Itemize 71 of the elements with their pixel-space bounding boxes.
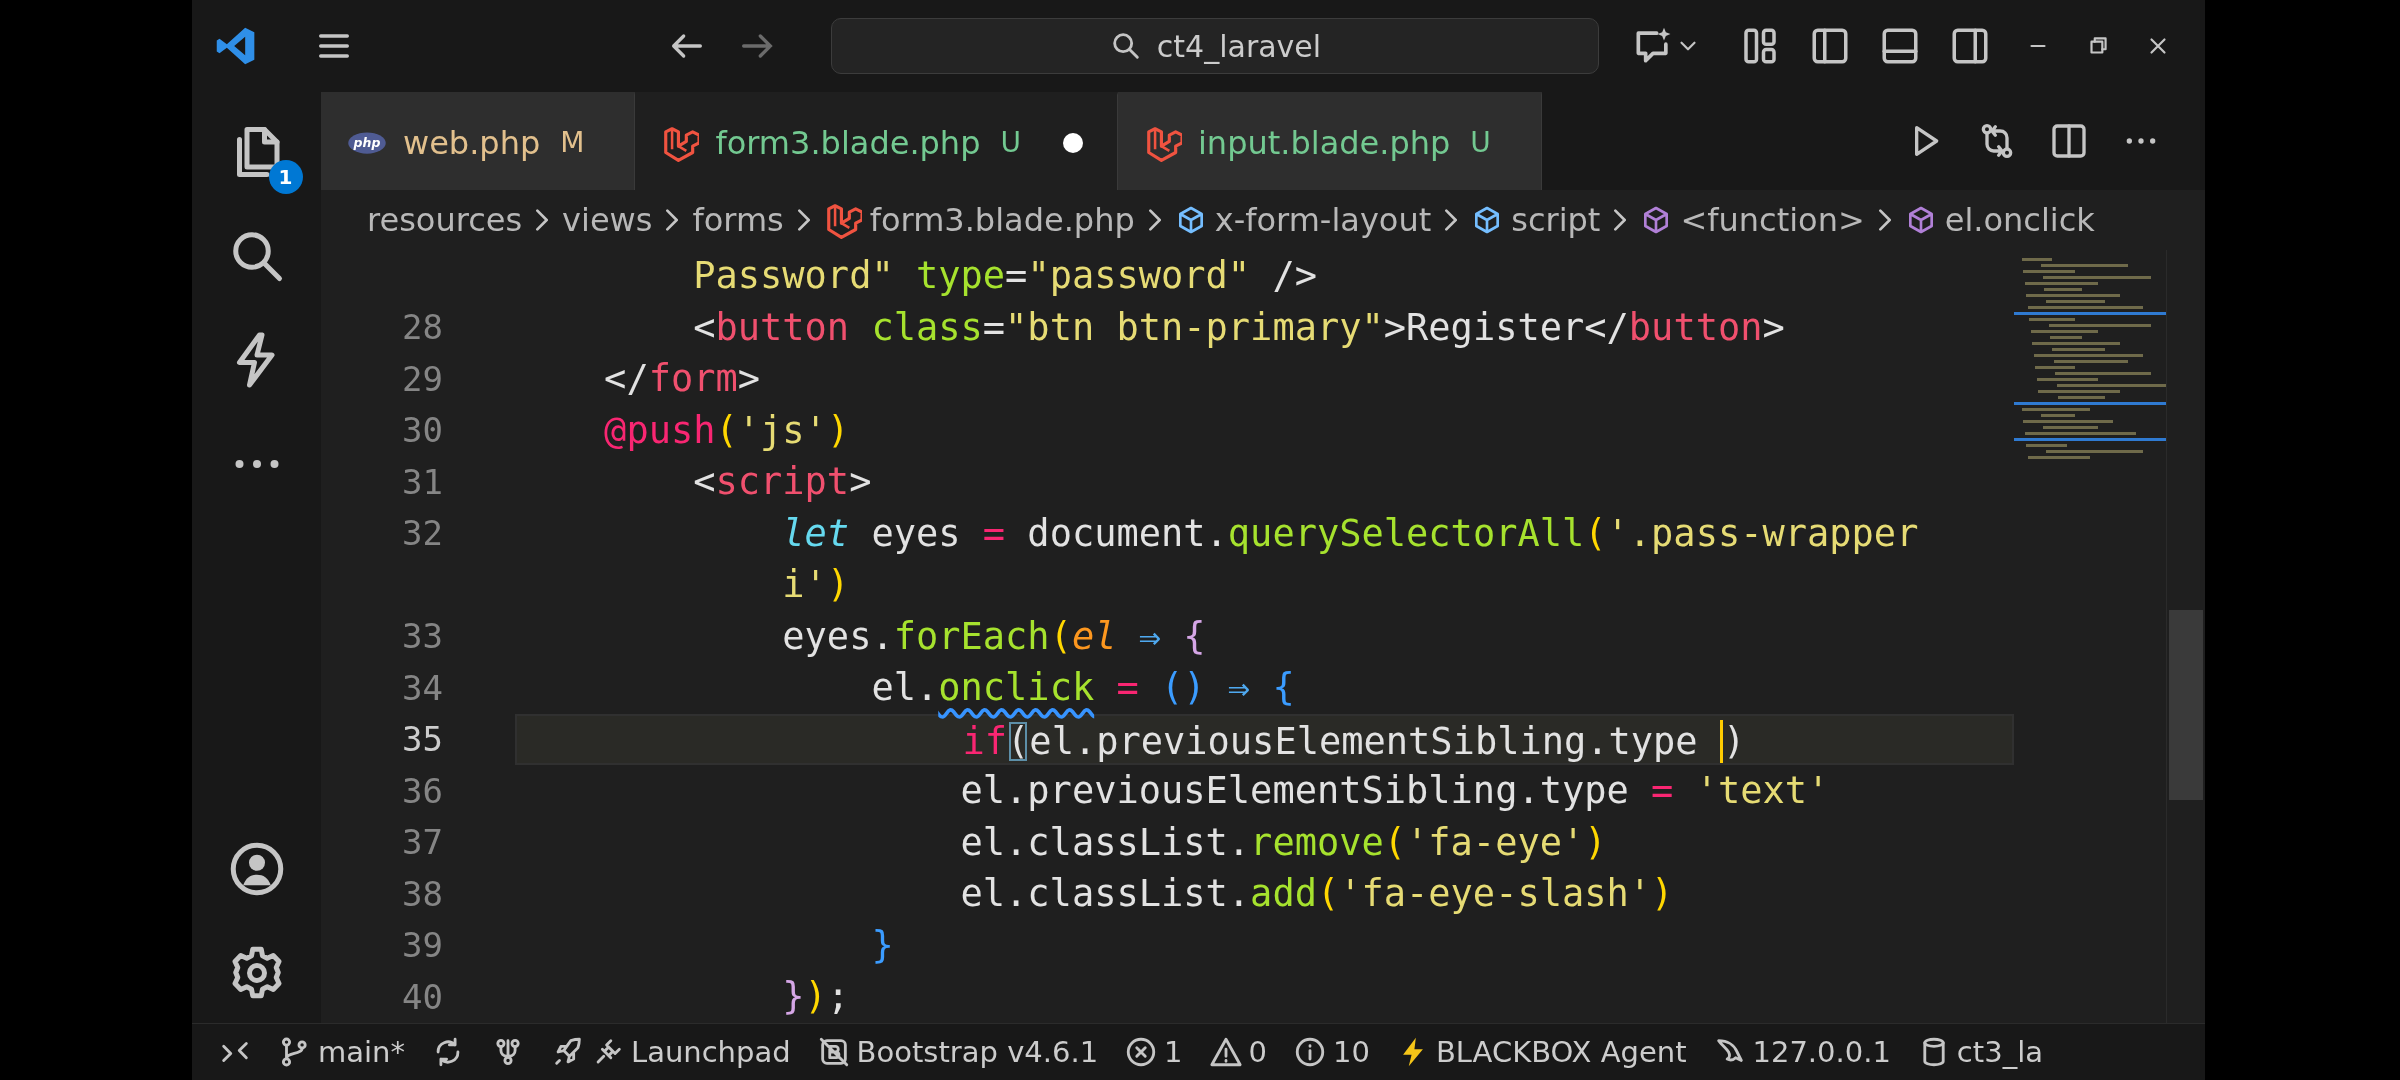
git-status-letter: M — [560, 126, 585, 159]
line-number: 30 — [402, 410, 443, 451]
code-line: i') — [781, 562, 851, 608]
breadcrumb-item[interactable]: el.onclick — [1904, 201, 2095, 239]
editor-tab[interactable]: form3.blade.php U — [635, 92, 1118, 190]
code-line: <button class="btn btn-primary">Register</button> — [692, 304, 1786, 351]
line-number: 40 — [402, 976, 443, 1017]
breadcrumb-item[interactable]: x-form-layout — [1174, 201, 1432, 239]
line-number: 35 — [402, 719, 443, 760]
editor-tab[interactable]: php web.php M — [321, 92, 636, 190]
code-line: } — [870, 922, 895, 969]
line-number: 29 — [402, 358, 443, 399]
unsaved-dot-icon — [1062, 132, 1083, 153]
code-line: el.classList.remove('fa-eye') — [959, 819, 1608, 866]
chevron-right-icon — [1614, 208, 1627, 232]
code-line: let eyes = document.querySelectorAll('.pass-wrapper — [781, 510, 1920, 557]
scrollbar-thumb[interactable] — [2169, 610, 2203, 800]
search-field[interactable]: ct4_laravel — [831, 18, 1599, 74]
line-number: 36 — [402, 770, 443, 811]
code-line: el.previousElementSibling.type = 'text' — [959, 768, 1831, 814]
breadcrumb-item[interactable]: forms — [692, 201, 784, 239]
breadcrumb-label: script — [1511, 201, 1601, 239]
status-item[interactable]: Launchpad — [550, 1035, 791, 1069]
status-item[interactable]: Bootstrap v4.6.1 — [816, 1035, 1099, 1069]
code-line: eyes.forEach(el ⇒ { — [781, 613, 1207, 660]
breadcrumb-item[interactable]: views — [562, 201, 653, 239]
chevron-right-icon — [1445, 208, 1458, 232]
search-text: ct4_laravel — [1156, 28, 1322, 64]
status-item[interactable]: 0 — [1208, 1035, 1267, 1069]
breadcrumb-label: el.onclick — [1944, 201, 2095, 239]
status-item[interactable]: 127.0.0.1 — [1712, 1035, 1891, 1069]
line-number: 28 — [402, 307, 443, 348]
breadcrumb-item[interactable]: <function> — [1640, 201, 1865, 239]
code-line: @push('js') — [603, 407, 851, 454]
line-number: 33 — [402, 616, 443, 657]
git-status-letter: U — [1470, 126, 1491, 159]
breadcrumb-item[interactable]: script — [1471, 201, 1601, 239]
status-item[interactable]: ct3_la — [1916, 1035, 2043, 1069]
chevron-right-icon — [536, 208, 549, 232]
git-status-letter: U — [1000, 126, 1021, 159]
code-line: Password" type="password" /> — [692, 253, 1318, 299]
code-line: el.onclick = () ⇒ { — [870, 665, 1296, 711]
status-item[interactable]: BLACKBOX Agent — [1395, 1035, 1687, 1069]
info-icon — [1293, 1035, 1327, 1069]
line-number: 38 — [402, 873, 443, 914]
line-number: 37 — [402, 822, 443, 863]
code-line: el.classList.add('fa-eye-slash') — [959, 871, 1675, 917]
warning-icon — [1208, 1035, 1243, 1069]
line-number: 39 — [402, 925, 443, 966]
code-line: <script> — [692, 459, 873, 505]
code-line: }); — [781, 974, 851, 1020]
status-item[interactable]: main* — [278, 1035, 405, 1069]
chevron-right-icon — [1878, 208, 1891, 232]
tab-label: input.blade.php — [1197, 123, 1451, 162]
chevron-right-icon — [1148, 208, 1161, 232]
tab-label: web.php — [403, 123, 541, 162]
breadcrumb-item[interactable]: resources — [367, 201, 523, 239]
line-number: 31 — [402, 461, 443, 502]
breadcrumb-label: x-form-layout — [1214, 201, 1432, 239]
breadcrumb-label: <function> — [1680, 201, 1865, 239]
split-editor-icon[interactable] — [2049, 121, 2089, 161]
status-item[interactable]: 10 — [1293, 1035, 1370, 1069]
editor-tab[interactable]: input.blade.php U — [1117, 92, 1542, 190]
line-number: 32 — [402, 513, 443, 554]
chevron-right-icon — [666, 208, 679, 232]
notification-badge: 1 — [268, 160, 303, 194]
tab-label: form3.blade.php — [715, 123, 981, 162]
status-item[interactable]: 1 — [1124, 1035, 1183, 1069]
line-number: 34 — [402, 667, 443, 708]
code-line: </form> — [603, 356, 762, 402]
chevron-right-icon — [797, 208, 810, 232]
